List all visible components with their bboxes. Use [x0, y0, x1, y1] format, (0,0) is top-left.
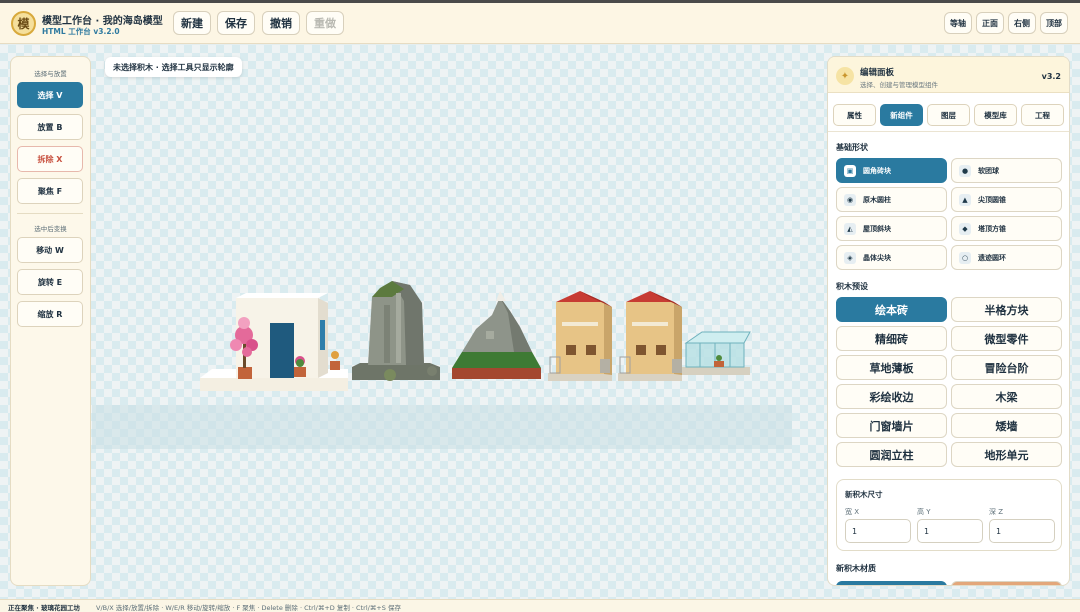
- wedge-icon: ◭: [844, 223, 856, 235]
- crystal-icon: ◈: [844, 252, 856, 264]
- new-button[interactable]: 新建: [173, 11, 211, 35]
- scale-tool-button[interactable]: 缩放 R: [17, 301, 83, 327]
- redo-button[interactable]: 重做: [306, 11, 344, 35]
- material-title: 新积木材质: [836, 564, 876, 573]
- tab-new-component[interactable]: 新组件: [880, 104, 923, 126]
- shape-cylinder[interactable]: ◉ 原木圆柱: [836, 187, 947, 212]
- tab-project[interactable]: 工程: [1021, 104, 1064, 126]
- preset-storybook-brick[interactable]: 绘本砖: [836, 297, 947, 322]
- torus-icon: ○: [959, 252, 971, 264]
- shape-torus[interactable]: ○ 遗迹圆环: [951, 245, 1062, 270]
- focus-tool-button[interactable]: 聚焦 F: [17, 178, 83, 204]
- tab-layers[interactable]: 图层: [927, 104, 970, 126]
- shape-label: 屋顶斜块: [863, 225, 891, 233]
- glass-greenhouse-model: [682, 331, 751, 375]
- preset-low-wall[interactable]: 矮墙: [951, 413, 1062, 438]
- app-version: HTML 工作台 v3.2.0: [42, 27, 120, 36]
- app-header: 模 模型工作台 · 我的海岛模型 HTML 工作台 v3.2.0 新建 保存 撤…: [0, 3, 1080, 44]
- shape-wedge[interactable]: ◭ 屋顶斜块: [836, 216, 947, 241]
- size-title: 新积木尺寸: [845, 490, 883, 499]
- preset-half-block[interactable]: 半格方块: [951, 297, 1062, 322]
- size-y-label: 高 Y: [917, 508, 931, 516]
- size-z-label: 深 Z: [989, 508, 1004, 516]
- material-swatch-peach[interactable]: [951, 581, 1062, 585]
- pyramid-icon: ◆: [959, 223, 971, 235]
- status-focus: 正在聚焦 · 玻璃花园工坊: [8, 604, 80, 612]
- preset-wood-beam[interactable]: 木梁: [951, 384, 1062, 409]
- transform-group-title: 选中后变换: [34, 225, 67, 233]
- preset-terrain-unit[interactable]: 地形单元: [951, 442, 1062, 467]
- view-iso-button[interactable]: 等轴: [944, 12, 972, 34]
- preset-adventure-step[interactable]: 冒险台阶: [951, 355, 1062, 380]
- status-bar: 正在聚焦 · 玻璃花园工坊 V/B/X 选择/放置/拆除 · W/E/R 移动/…: [0, 599, 1080, 612]
- rock-pillar-model: [352, 281, 440, 381]
- shape-label: 尖顶圆锥: [978, 196, 1006, 204]
- place-tool-button[interactable]: 放置 B: [17, 114, 83, 140]
- size-y-input[interactable]: 1: [917, 519, 983, 543]
- move-tool-button[interactable]: 移动 W: [17, 237, 83, 263]
- shape-rounded-cube[interactable]: ▣ 圆角砖块: [836, 158, 947, 183]
- new-brick-size-card: 新积木尺寸 宽 X 高 Y 深 Z 1 1 1: [836, 479, 1062, 551]
- shape-label: 原木圆柱: [863, 196, 891, 204]
- cylinder-icon: ◉: [844, 194, 856, 206]
- mountain-island-model: [452, 291, 541, 379]
- edit-panel-header: ✦ 编辑面板 选择、创建与管理模型组件 v3.2: [828, 57, 1069, 93]
- presets-title: 积木预设: [836, 282, 868, 291]
- edit-panel-version: v3.2: [1041, 72, 1061, 81]
- selection-hint: 未选择积木 · 选择工具只显示轮廓: [105, 57, 242, 77]
- save-button[interactable]: 保存: [217, 11, 255, 35]
- view-front-button[interactable]: 正面: [976, 12, 1004, 34]
- sphere-icon: ●: [959, 165, 971, 177]
- preset-door-window-wall[interactable]: 门窗墙片: [836, 413, 947, 438]
- size-z-input[interactable]: 1: [989, 519, 1055, 543]
- preset-fine-brick[interactable]: 精细砖: [836, 326, 947, 351]
- status-shortcuts: V/B/X 选择/放置/拆除 · W/E/R 移动/旋转/缩放 · F 聚焦 ·…: [96, 604, 401, 612]
- shape-sphere[interactable]: ● 软团球: [951, 158, 1062, 183]
- shape-label: 遗迹圆环: [978, 254, 1006, 262]
- tab-model-library[interactable]: 模型库: [974, 104, 1017, 126]
- edit-panel: ✦ 编辑面板 选择、创建与管理模型组件 v3.2 属性 新组件 图层 模型库 工…: [827, 56, 1070, 586]
- townhouse-model-2: [618, 291, 682, 381]
- app-title: 模型工作台 · 我的海岛模型: [42, 16, 163, 27]
- edit-panel-title: 编辑面板: [860, 68, 895, 78]
- material-swatch-blue[interactable]: [836, 581, 947, 585]
- tab-divider: [828, 131, 1069, 132]
- rounded-cube-icon: ▣: [844, 165, 856, 177]
- shape-label: 圆角砖块: [863, 167, 891, 175]
- shape-label: 晶体尖块: [863, 254, 891, 262]
- basic-shapes-title: 基础形状: [836, 143, 868, 152]
- tool-sidebar: 选择与放置 选择 V 放置 B 拆除 X 聚焦 F 选中后变换 移动 W 旋转 …: [10, 56, 91, 586]
- remove-tool-button[interactable]: 拆除 X: [17, 146, 83, 172]
- sparkle-icon: ✦: [836, 67, 854, 85]
- townhouse-model-1: [548, 291, 612, 381]
- shape-pyramid[interactable]: ◆ 塔顶方锥: [951, 216, 1062, 241]
- shape-crystal[interactable]: ◈ 晶体尖块: [836, 245, 947, 270]
- undo-button[interactable]: 撤销: [262, 11, 300, 35]
- size-x-label: 宽 X: [845, 508, 860, 516]
- view-top-button[interactable]: 顶部: [1040, 12, 1068, 34]
- cone-icon: ▲: [959, 194, 971, 206]
- shape-label: 软团球: [978, 167, 999, 175]
- tab-properties[interactable]: 属性: [833, 104, 876, 126]
- preset-grass-plate[interactable]: 草地薄板: [836, 355, 947, 380]
- select-tool-button[interactable]: 选择 V: [17, 82, 83, 108]
- shape-cone[interactable]: ▲ 尖顶圆锥: [951, 187, 1062, 212]
- preset-painted-trim[interactable]: 彩绘收边: [836, 384, 947, 409]
- house-model: [200, 293, 348, 391]
- view-side-button[interactable]: 右侧: [1008, 12, 1036, 34]
- tool-divider: [17, 213, 83, 214]
- rotate-tool-button[interactable]: 旋转 E: [17, 269, 83, 295]
- preset-round-pillar[interactable]: 圆润立柱: [836, 442, 947, 467]
- tool-group-title: 选择与放置: [34, 70, 67, 78]
- edit-panel-subtitle: 选择、创建与管理模型组件: [860, 81, 938, 89]
- preset-micro-part[interactable]: 微型零件: [951, 326, 1062, 351]
- shape-label: 塔顶方锥: [978, 225, 1006, 233]
- size-x-input[interactable]: 1: [845, 519, 911, 543]
- app-logo: 模: [11, 11, 36, 36]
